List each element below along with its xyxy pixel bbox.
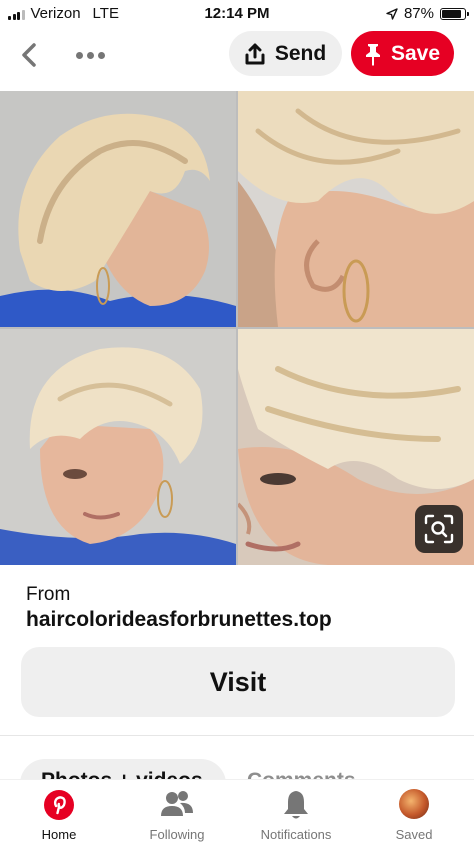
back-chevron-icon bbox=[22, 43, 36, 67]
source-from-label: From bbox=[26, 584, 71, 605]
photo-tile-front-face bbox=[0, 329, 236, 565]
nav-notifications[interactable]: Notifications bbox=[237, 780, 355, 843]
pin-toolbar: Send Save bbox=[0, 28, 474, 86]
pushpin-icon bbox=[365, 43, 380, 66]
nav-home-label: Home bbox=[41, 827, 77, 842]
send-label: Send bbox=[274, 41, 327, 65]
bottom-nav: Home Following Notifications Saved bbox=[0, 779, 474, 843]
section-divider bbox=[0, 735, 474, 736]
visit-button[interactable]: Visit bbox=[21, 647, 455, 717]
photo-tile-side-profile bbox=[0, 91, 236, 327]
location-arrow-icon bbox=[386, 7, 398, 20]
battery-fill bbox=[442, 9, 462, 18]
pinterest-logo-icon bbox=[44, 790, 74, 820]
nav-following[interactable]: Following bbox=[118, 780, 236, 843]
people-icon bbox=[161, 791, 193, 816]
source-domain-link[interactable]: haircolorideasforbrunettes.top bbox=[26, 608, 332, 632]
nav-notifications-label: Notifications bbox=[260, 827, 332, 842]
status-right: 87% bbox=[386, 5, 469, 22]
save-label: Save bbox=[390, 41, 441, 65]
send-button[interactable]: Send bbox=[229, 31, 342, 76]
more-dots-icon bbox=[75, 51, 83, 59]
battery-percent: 87% bbox=[403, 5, 434, 22]
more-options-button[interactable] bbox=[70, 40, 110, 70]
photo-tile-hoop-earring bbox=[238, 91, 474, 327]
bell-icon bbox=[284, 791, 308, 819]
nav-following-label: Following bbox=[149, 827, 205, 842]
avatar bbox=[399, 789, 429, 819]
nav-home[interactable]: Home bbox=[0, 780, 118, 843]
save-button[interactable]: Save bbox=[351, 31, 454, 76]
share-upload-icon bbox=[245, 43, 265, 64]
visual-search-lens-icon bbox=[424, 514, 454, 544]
visual-search-button[interactable] bbox=[415, 505, 463, 553]
pin-image[interactable] bbox=[0, 91, 474, 565]
nav-saved[interactable]: Saved bbox=[355, 780, 473, 843]
nav-saved-label: Saved bbox=[395, 827, 433, 842]
back-button[interactable] bbox=[14, 40, 44, 70]
status-bar: Verizon LTE 12:14 PM 87% bbox=[0, 0, 474, 28]
battery-icon bbox=[440, 7, 469, 20]
